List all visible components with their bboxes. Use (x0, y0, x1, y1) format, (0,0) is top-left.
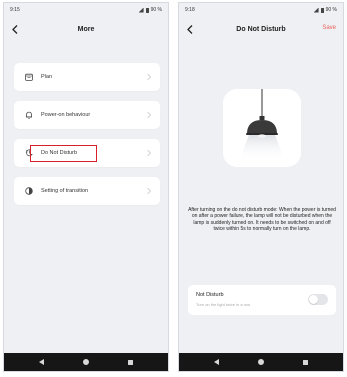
nav-back-icon[interactable] (214, 359, 220, 365)
chevron-right-icon (147, 73, 152, 81)
system-nav-bar (4, 353, 168, 371)
battery-icon (145, 7, 149, 13)
pendant-lamp-icon (239, 89, 285, 161)
chevron-right-icon (147, 111, 152, 119)
not-disturb-setting: Not Disturb Turn on the light twice in a… (188, 285, 336, 315)
highlight-box (30, 145, 97, 162)
signal-icon (313, 7, 319, 13)
battery-level: 90 % (150, 7, 162, 13)
menu-item-plan[interactable]: Plan (14, 63, 160, 91)
menu-item-label: Plan (41, 74, 53, 80)
screenshot-stage: 9:15 90 % More Plan Power-on behaviour D… (0, 0, 347, 377)
nav-home-icon[interactable] (257, 359, 264, 365)
status-time: 9:15 (10, 7, 20, 13)
chevron-left-icon (187, 24, 193, 34)
toggle-knob (309, 295, 318, 304)
signal-icon (138, 7, 144, 13)
menu-item-label: Setting of transition (41, 188, 89, 194)
phone-screen-do-not-disturb: 9:18 90 % Do Not Disturb Save After turn… (178, 2, 344, 372)
status-icons: 90 % (138, 7, 162, 13)
dnd-description: After turning on the do not disturb mode… (188, 207, 336, 233)
app-bar: Do Not Disturb Save (179, 17, 343, 41)
menu-item-power-on-behaviour[interactable]: Power-on behaviour (14, 101, 160, 129)
nav-home-icon[interactable] (82, 359, 89, 365)
system-nav-bar (179, 353, 343, 371)
menu-item-setting-of-transition[interactable]: Setting of transition (14, 177, 160, 205)
status-bar: 9:18 90 % (179, 3, 343, 17)
page-title: Do Not Disturb (236, 25, 286, 33)
status-time: 9:18 (185, 7, 195, 13)
back-button[interactable] (8, 20, 22, 38)
nav-recents-icon[interactable] (302, 359, 308, 365)
transition-icon (24, 186, 34, 196)
lamp-illustration (223, 89, 301, 167)
setting-title: Not Disturb (196, 292, 224, 298)
page-title: More (77, 25, 95, 33)
chevron-left-icon (12, 24, 18, 34)
menu-item-label: Power-on behaviour (41, 112, 91, 118)
save-button[interactable]: Save (322, 25, 336, 31)
battery-level: 90 % (325, 7, 337, 13)
back-button[interactable] (183, 20, 197, 38)
not-disturb-toggle[interactable] (308, 294, 328, 305)
phone-screen-more: 9:15 90 % More Plan Power-on behaviour D… (3, 2, 169, 372)
nav-recents-icon[interactable] (127, 359, 133, 365)
chevron-right-icon (147, 187, 152, 195)
battery-icon (320, 7, 324, 13)
status-bar: 9:15 90 % (4, 3, 168, 17)
app-bar: More (4, 17, 168, 41)
nav-back-icon[interactable] (39, 359, 45, 365)
calendar-icon (24, 72, 34, 82)
setting-subtitle: Turn on the light twice in a row (196, 302, 251, 307)
chevron-right-icon (147, 149, 152, 157)
status-icons: 90 % (313, 7, 337, 13)
bell-icon (24, 110, 34, 120)
